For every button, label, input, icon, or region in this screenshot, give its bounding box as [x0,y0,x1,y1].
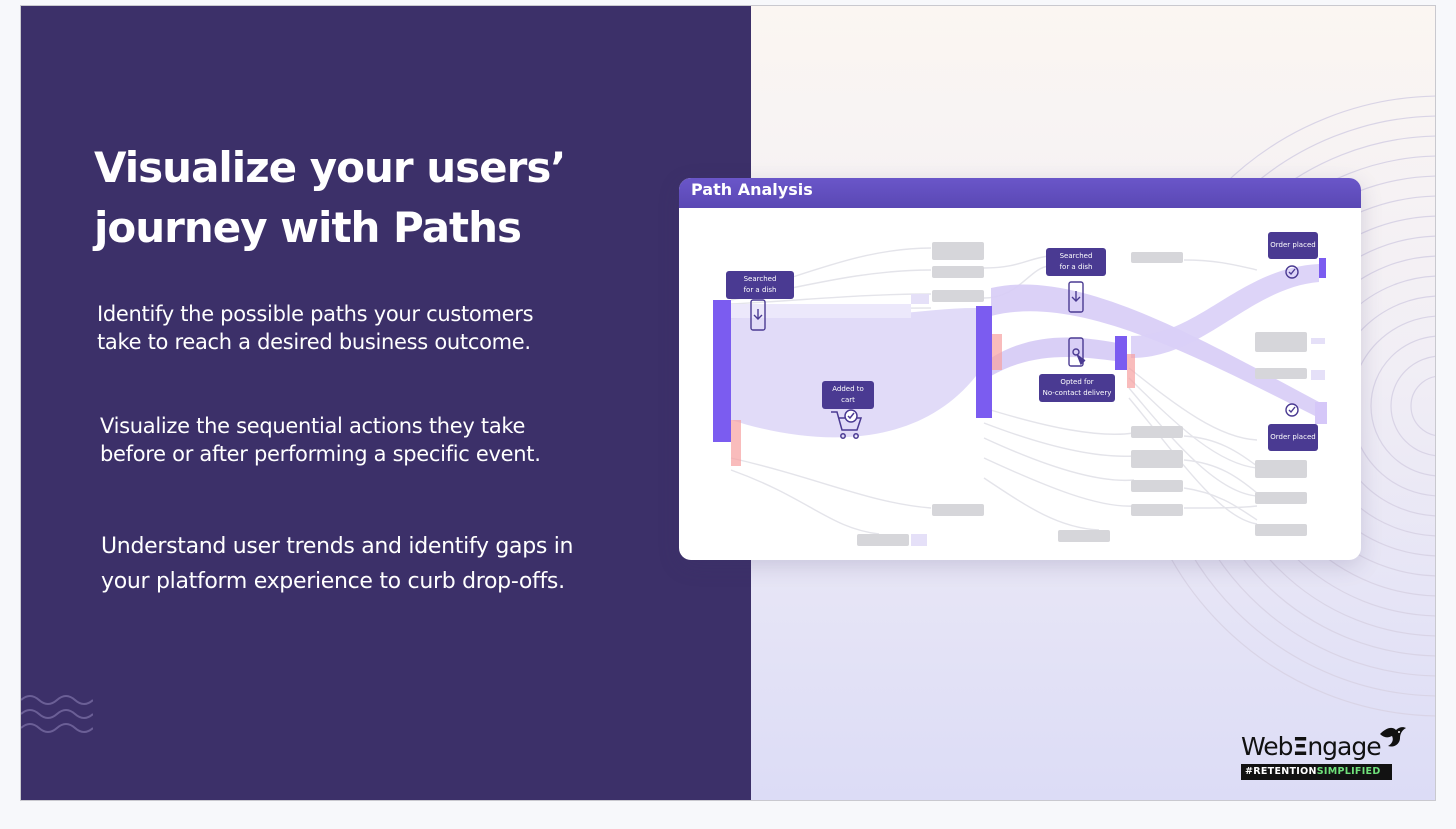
node-label-line: cart [841,396,855,404]
path-analysis-card: Path Analysis Searched for a dish Search… [679,178,1361,560]
node-bar [1315,402,1327,424]
node-label-line: No-contact delivery [1042,389,1112,397]
node-bar-dropoff [731,420,741,466]
node-label-line: Added to [832,385,864,393]
logo-wordmark: WebΞngage [1241,732,1382,761]
logo-tagline: #RETENTIONSIMPLIFIED [1241,764,1392,780]
bird-icon [1380,727,1406,747]
node-label-searched-dish[interactable]: Searched for a dish [726,271,794,299]
node-label-order-placed[interactable]: Order placed [1268,424,1318,451]
main-flows [731,264,1319,438]
card-header: Path Analysis [679,178,1361,208]
headline-line-2: journey with Paths [94,203,522,252]
node-bar-dropoff [1127,354,1135,388]
bullet-line: Identify the possible paths your custome… [97,302,534,326]
logo-word-part: Web [1241,732,1294,761]
headline-line-1: Visualize your users’ [94,143,566,192]
slide: Visualize your users’ journey with Paths… [20,5,1436,801]
node-bar [1319,258,1326,278]
logo-tag-accent: SIMPLIFIED [1316,766,1381,777]
bullet-line: Understand user trends and identify gaps… [101,534,574,559]
bullet-line: take to reach a desired business outcome… [97,330,531,354]
node-bar [1115,336,1127,370]
bullet-line: before or after performing a specific ev… [100,442,541,466]
node-label-line: Order placed [1270,433,1316,441]
bullet-understand-trends: Understand user trends and identify gaps… [101,529,574,599]
node-label-line: Searched [743,275,777,283]
node-bar [976,306,992,418]
logo-e-mark-icon: Ξ [1292,732,1309,761]
node-label-opted-delivery[interactable]: Opted for No-contact delivery [1039,374,1115,402]
webengage-logo: WebΞngage #RETENTIONSIMPLIFIED [1241,727,1411,788]
logo-word-part: ngage [1307,732,1381,761]
bullet-visualize-actions: Visualize the sequential actions they ta… [100,412,541,468]
path-flow-diagram [713,242,1327,546]
node-label-line: for a dish [743,286,777,294]
node-label-line: Searched [1059,252,1093,260]
node-label-line: Opted for [1060,378,1094,386]
bullet-line: Visualize the sequential actions they ta… [100,414,526,438]
waves-decoration-icon [21,695,93,733]
node-bar-dropoff [992,334,1002,370]
node-label-searched-dish[interactable]: Searched for a dish [1046,248,1106,276]
logo-tag-part: #RETENTION [1245,766,1317,777]
card-title: Path Analysis [691,180,813,199]
bullet-line: your platform experience to curb drop-of… [101,569,565,594]
node-label-added-to-cart[interactable]: Added to cart [822,381,874,409]
node-bar [713,300,731,442]
node-label-order-placed[interactable]: Order placed [1268,232,1318,259]
node-label-line: Order placed [1270,241,1316,249]
check-circle-icon [1285,403,1299,417]
bullet-identify-paths: Identify the possible paths your custome… [97,300,534,356]
headline: Visualize your users’ journey with Paths [94,138,654,258]
left-panel: Visualize your users’ journey with Paths… [21,6,751,800]
node-label-line: for a dish [1059,263,1093,271]
